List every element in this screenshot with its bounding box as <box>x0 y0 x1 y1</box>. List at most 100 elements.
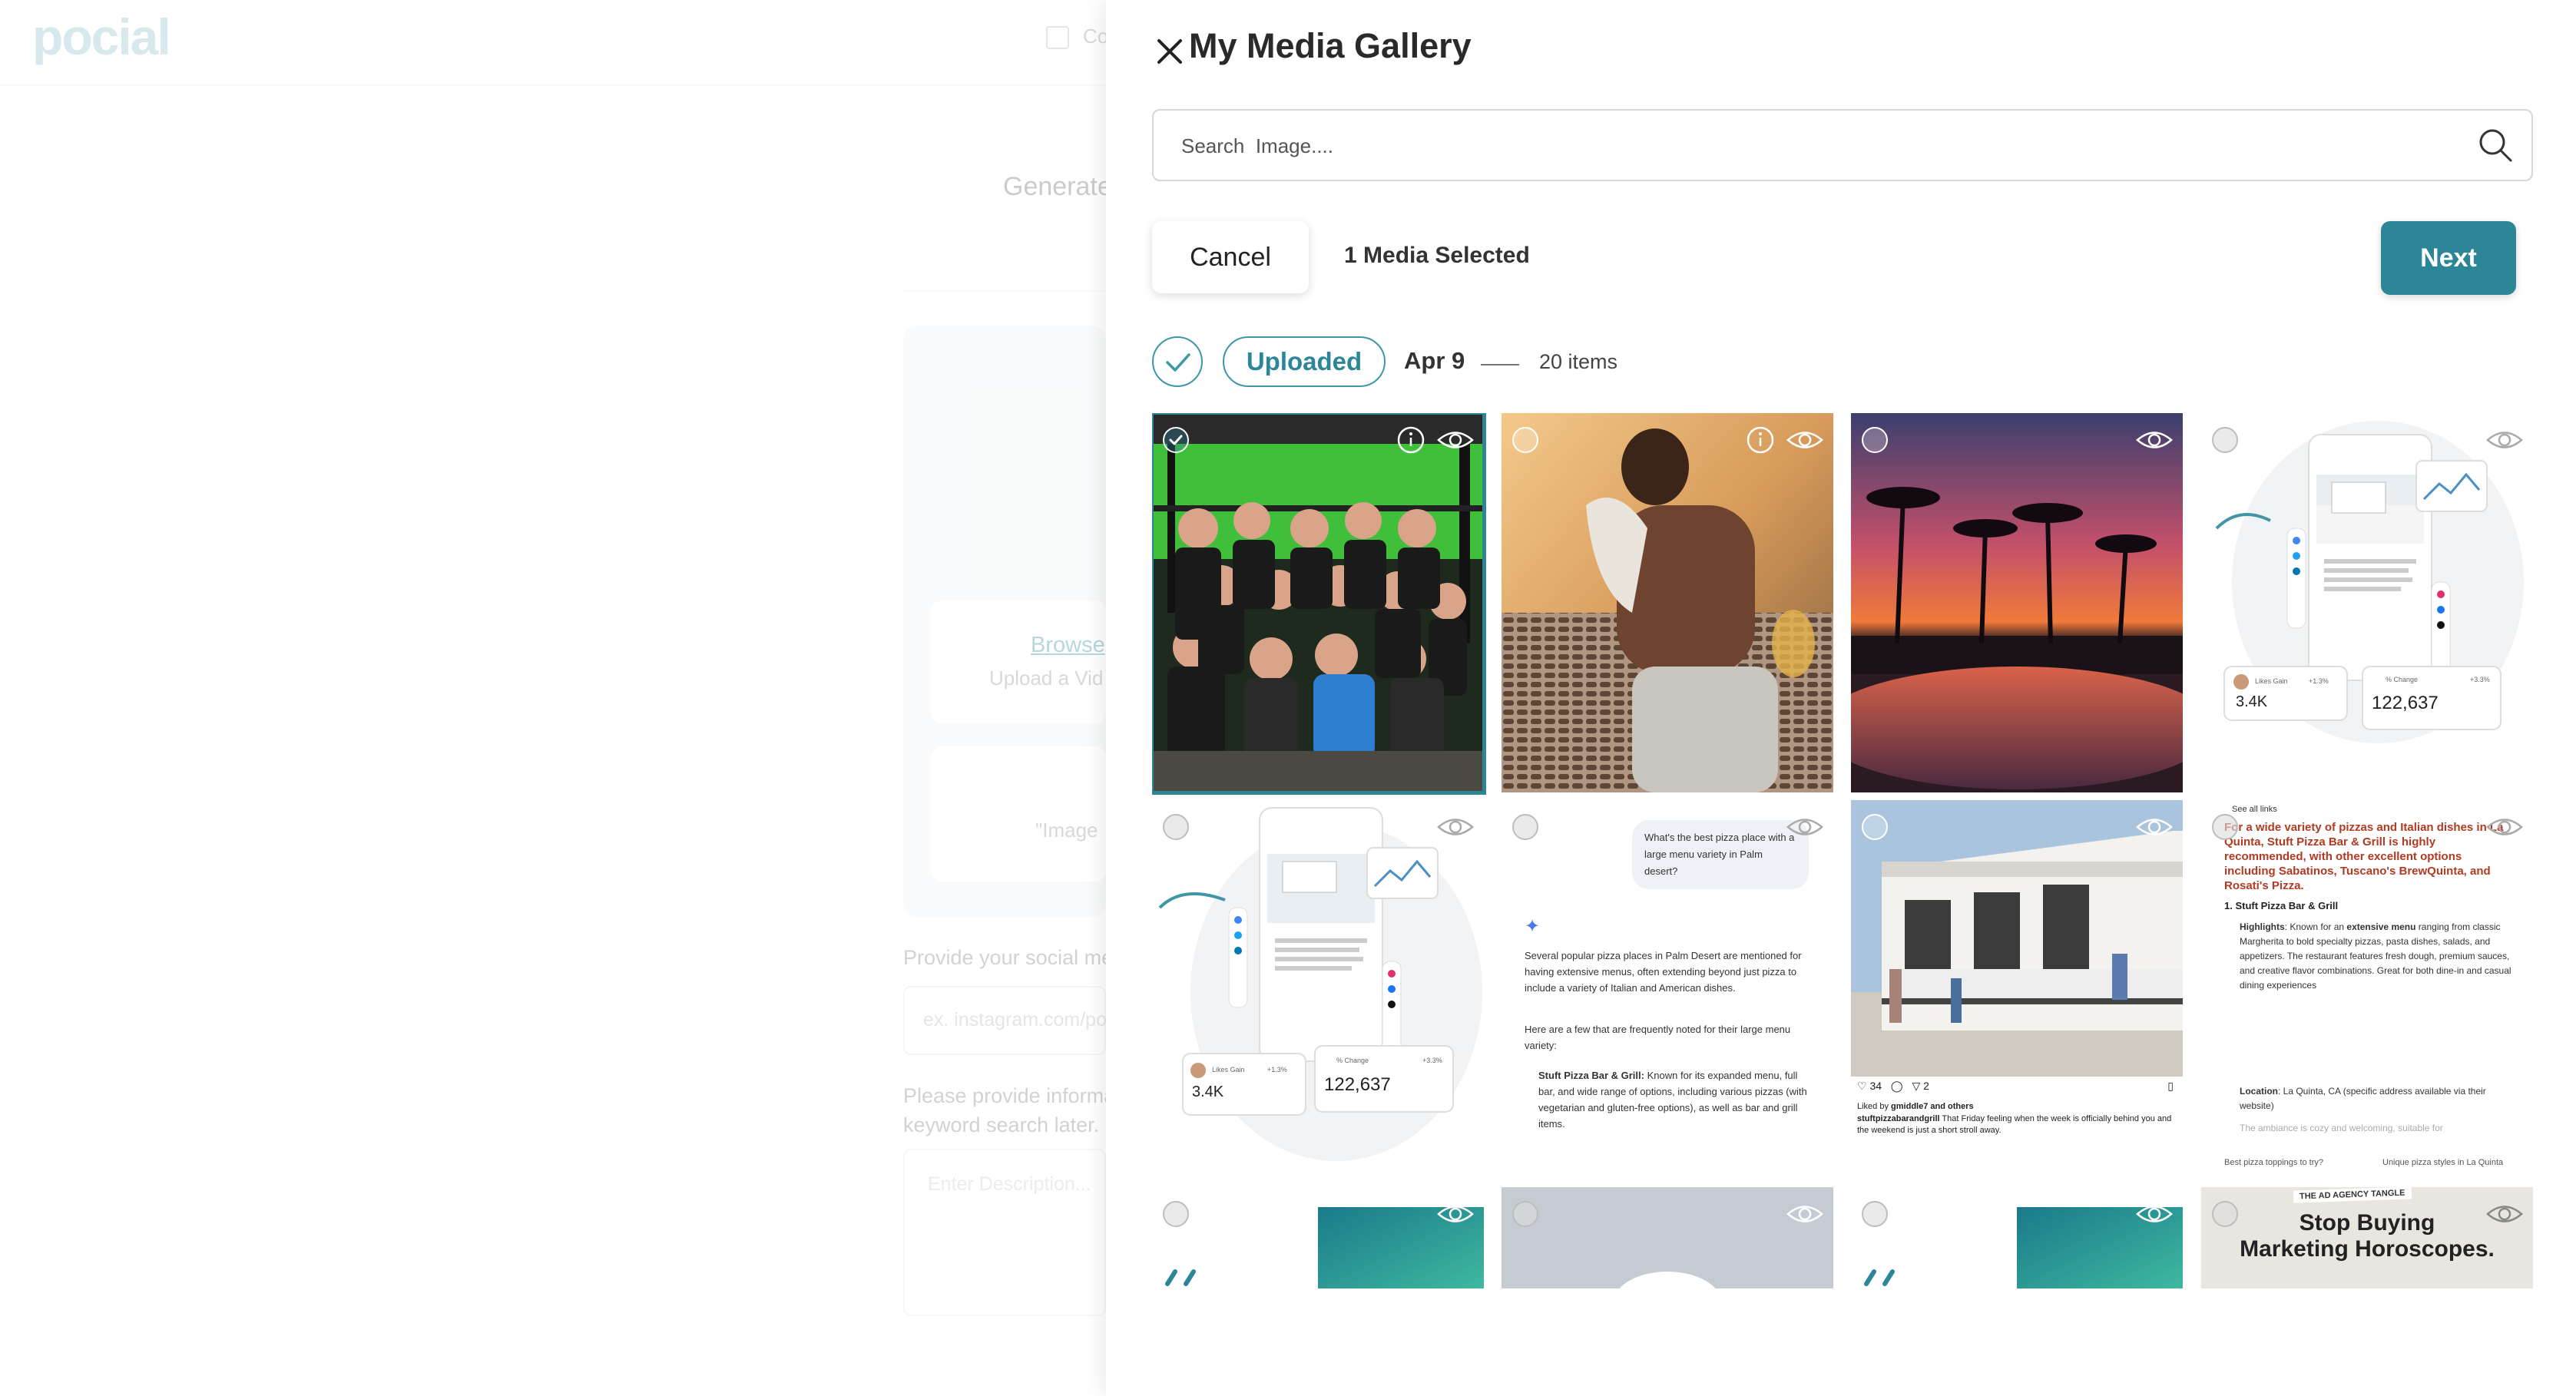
media-tile[interactable] <box>1152 413 1486 795</box>
preview-eye-icon[interactable] <box>2135 1201 2174 1227</box>
preview-eye-icon[interactable] <box>1786 814 1824 840</box>
media-tile[interactable] <box>1152 1187 1484 1288</box>
background-checkbox[interactable] <box>1046 26 1069 49</box>
tile-select-checkbox[interactable] <box>1163 427 1189 453</box>
uploaded-tag[interactable]: Uploaded <box>1223 336 1386 387</box>
percent-change-label: % Change <box>1336 1057 1369 1064</box>
media-tile[interactable]: Likes Gain +1.3% 3.4K % Change +3.3% 122… <box>1152 800 1484 1179</box>
likes-count: 34 <box>1869 1080 1882 1092</box>
share-icon[interactable]: ▽ <box>1912 1080 1920 1092</box>
media-thumbnail: Likes Gain +1.3% 3.4K % Change +3.3% 122… <box>1152 800 1484 1179</box>
preview-eye-icon[interactable] <box>1786 427 1824 453</box>
media-thumbnail: THE AD AGENCY TANGLE Stop Buying Marketi… <box>2201 1187 2533 1288</box>
tile-select-checkbox[interactable] <box>1862 427 1888 453</box>
likes-gain-label: Likes Gain <box>1212 1066 1245 1073</box>
media-grid: Likes Gain +1.3% 3.4K % Change +3.3% 122… <box>1152 413 2533 1288</box>
likes-gain-pct: +1.3% <box>2309 677 2329 685</box>
media-tile[interactable]: ♡ 34 ◯ ▽ 2 ▯ Liked by gmiddle7 and other… <box>1851 800 2183 1179</box>
comment-icon[interactable]: ◯ <box>1891 1080 1903 1092</box>
search-input[interactable] <box>1180 111 2450 181</box>
social-url-placeholder: ex. instagram.com/po <box>923 1009 1107 1030</box>
media-tile[interactable]: What's the best pizza place with a large… <box>1502 800 1833 1179</box>
tile-select-checkbox[interactable] <box>1862 1201 1888 1227</box>
tile-select-checkbox[interactable] <box>2212 427 2238 453</box>
tile-select-checkbox[interactable] <box>1163 1201 1189 1227</box>
media-tile[interactable] <box>1502 1187 1833 1288</box>
tile-select-checkbox[interactable] <box>1512 814 1538 840</box>
highlights-emphasis: extensive menu <box>2346 921 2416 932</box>
preview-eye-icon[interactable] <box>1436 427 1475 453</box>
media-thumbnail <box>1851 800 2183 1077</box>
results-headline: For a wide variety of pizzas and Italian… <box>2224 821 2504 892</box>
date-separator <box>1481 364 1519 366</box>
description-label-line1: Please provide informa <box>903 1084 1116 1107</box>
media-tile[interactable]: See all links For a wide variety of pizz… <box>2201 800 2533 1179</box>
background-app: pocial Co Generate Browse Upload a Vid "… <box>0 0 1115 1396</box>
preview-eye-icon[interactable] <box>2135 427 2174 453</box>
social-label: Provide your social me <box>903 946 1114 969</box>
tile-select-checkbox[interactable] <box>2212 814 2238 840</box>
media-tile[interactable]: Likes Gain +1.3% 3.4K % Change +3.3% 122… <box>2201 413 2533 792</box>
tile-select-checkbox[interactable] <box>2212 1201 2238 1227</box>
header-divider <box>0 84 1106 86</box>
upload-image-card[interactable] <box>931 746 1106 882</box>
media-tile[interactable] <box>1851 413 2183 792</box>
preview-eye-icon[interactable] <box>2485 814 2524 840</box>
upload-image-text: "Image <box>1035 819 1098 842</box>
media-tile[interactable]: THE AD AGENCY TANGLE Stop Buying Marketi… <box>2201 1187 2533 1288</box>
search-icon[interactable] <box>2476 126 2515 164</box>
sparkle-icon: ✦ <box>1525 916 1541 937</box>
media-thumbnail <box>1152 413 1484 792</box>
percent-change-value: 122,637 <box>2372 693 2439 713</box>
percent-change-label: % Change <box>2386 676 2418 683</box>
chat-bullet: Stuft Pizza Bar & Grill: Known for its e… <box>1538 1067 1815 1132</box>
preview-eye-icon[interactable] <box>1436 814 1475 840</box>
close-icon[interactable] <box>1152 34 1187 69</box>
tile-select-checkbox[interactable] <box>1512 1201 1538 1227</box>
media-tile[interactable] <box>1502 413 1833 792</box>
preview-eye-icon[interactable] <box>2485 1201 2524 1227</box>
tile-select-checkbox[interactable] <box>1862 814 1888 840</box>
results-chip-1: Best pizza toppings to try? <box>2224 1158 2324 1167</box>
ad-headline-2: Marketing Horoscopes. <box>2240 1236 2495 1262</box>
ad-headline-1: Stop Buying <box>2299 1210 2435 1236</box>
preview-eye-icon[interactable] <box>1786 1201 1824 1227</box>
preview-eye-icon[interactable] <box>2135 814 2174 840</box>
heart-icon[interactable]: ♡ <box>1857 1080 1867 1092</box>
media-thumbnail: What's the best pizza place with a large… <box>1502 800 1833 1179</box>
description-label: Please provide informa keyword search la… <box>903 1081 1115 1140</box>
ad-kicker: THE AD AGENCY TANGLE <box>2293 1187 2412 1203</box>
post-actions: ♡ 34 ◯ ▽ 2 <box>1857 1080 1929 1093</box>
check-icon <box>1166 353 1190 372</box>
media-tile[interactable] <box>1851 1187 2183 1288</box>
selected-count: 1 Media Selected <box>1344 243 1530 268</box>
results-chip-2: Unique pizza styles in La Quinta <box>2382 1158 2504 1167</box>
chat-answer-lead: Here are a few that are frequently noted… <box>1525 1024 1791 1051</box>
results-highlights: Highlights: Known for an extensive menu … <box>2240 920 2520 993</box>
preview-eye-icon[interactable] <box>2485 427 2524 453</box>
post-liked-by: Liked by gmiddle7 and others <box>1857 1101 2177 1113</box>
cancel-button[interactable]: Cancel <box>1152 221 1309 293</box>
upload-video-text: Upload a Vid <box>989 667 1104 690</box>
app-logo: pocial <box>32 8 171 65</box>
chat-answer-intro: Several popular pizza places in Palm Des… <box>1525 950 1802 994</box>
post-caption: stuftpizzabarandgrill That Friday feelin… <box>1857 1113 2177 1136</box>
panel-title: My Media Gallery <box>1189 26 1472 65</box>
description-placeholder: Enter Description... <box>928 1173 1091 1195</box>
tile-select-checkbox[interactable] <box>1512 427 1538 453</box>
likes-gain-value: 3.4K <box>1192 1083 1224 1100</box>
bookmark-icon[interactable]: ▯ <box>2167 1080 2174 1093</box>
results-faded: The ambiance is cozy and welcoming, suit… <box>2240 1123 2443 1133</box>
preview-eye-icon[interactable] <box>1436 1201 1475 1227</box>
next-button[interactable]: Next <box>2381 221 2516 295</box>
browse-link[interactable]: Browse <box>1031 633 1105 658</box>
likes-gain-value: 3.4K <box>2236 693 2268 710</box>
tile-select-checkbox[interactable] <box>1163 814 1189 840</box>
select-group-checkbox[interactable] <box>1152 336 1203 387</box>
shares-count: 2 <box>1923 1080 1929 1092</box>
info-icon[interactable] <box>1746 425 1775 455</box>
upload-video-card[interactable] <box>931 600 1106 723</box>
chat-bullet-title: Stuft Pizza Bar & Grill: <box>1538 1070 1644 1081</box>
info-icon[interactable] <box>1396 425 1425 455</box>
results-location: Location: La Quinta, CA (specific addres… <box>2240 1084 2520 1113</box>
